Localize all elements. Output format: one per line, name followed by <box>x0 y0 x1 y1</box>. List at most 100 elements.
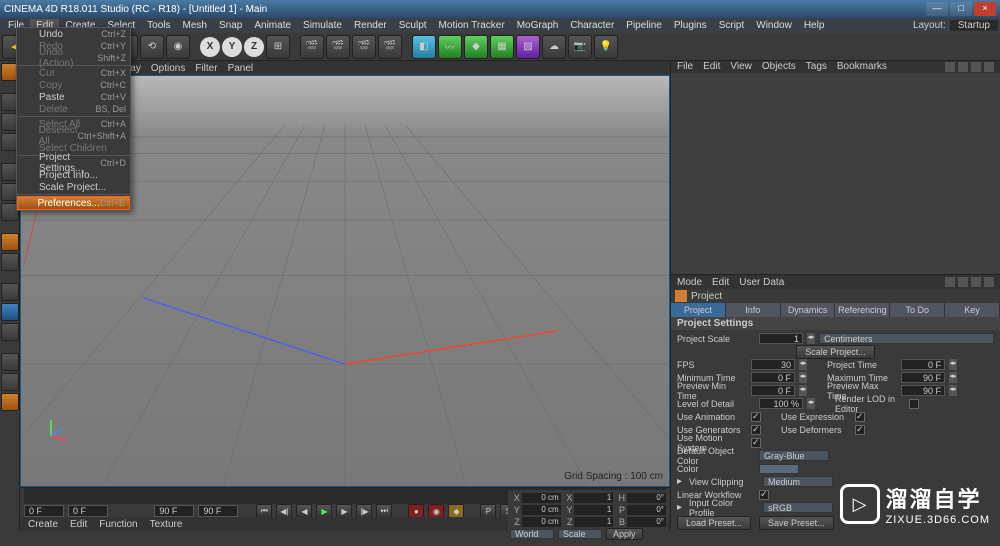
lock-icon[interactable] <box>984 277 994 287</box>
menu-window[interactable]: Window <box>750 19 798 32</box>
spinner-icon[interactable]: ◂▸ <box>799 372 807 383</box>
spinner-icon[interactable]: ◂▸ <box>949 359 957 370</box>
maximize-button[interactable]: □ <box>950 2 972 16</box>
spinner-icon[interactable]: ◂▸ <box>949 385 957 396</box>
spinner-icon[interactable]: ◂▸ <box>799 359 807 370</box>
workplane-snap-tool[interactable] <box>1 323 19 341</box>
menu-mesh[interactable]: Mesh <box>177 19 213 32</box>
scale-project-button[interactable]: Scale Project... <box>796 345 875 359</box>
menu-render[interactable]: Render <box>348 19 393 32</box>
mat-menu-texture[interactable]: Texture <box>150 519 183 530</box>
menu-mograph[interactable]: MoGraph <box>511 19 565 32</box>
rlod-checkbox[interactable] <box>909 399 919 409</box>
render-settings-tool[interactable]: 🎬 <box>352 35 376 59</box>
locked-workplane-tool[interactable] <box>1 353 19 371</box>
goto-start-button[interactable]: ⏮ <box>256 504 272 518</box>
snap-toggle-tool[interactable] <box>1 303 19 321</box>
udef-checkbox[interactable] <box>855 425 865 435</box>
project-scale-field[interactable]: 1 <box>759 333 803 344</box>
am-menu-userdata[interactable]: User Data <box>739 277 784 288</box>
rotate-tool[interactable]: ⟲ <box>140 35 164 59</box>
menu-item-undo-action[interactable]: Undo (Action)Shift+Z <box>17 52 130 64</box>
pos-x-field[interactable]: 0 cm <box>522 493 561 503</box>
menu-tools[interactable]: Tools <box>141 19 176 32</box>
vp-menu-panel[interactable]: Panel <box>228 63 254 74</box>
save-preset-button[interactable]: Save Preset... <box>759 516 834 530</box>
umot-checkbox[interactable] <box>751 438 761 448</box>
texture-mode-tool[interactable] <box>1 233 19 251</box>
tab-project-settings[interactable]: Project Settings <box>671 303 726 317</box>
menu-item-scale-project[interactable]: Scale Project... <box>17 181 130 193</box>
object-manager[interactable] <box>671 73 1000 275</box>
menu-item-deselect-all[interactable]: Deselect AllCtrl+Shift+A <box>17 130 130 142</box>
nav-back-icon[interactable] <box>945 277 955 287</box>
timeline-endb-field[interactable] <box>198 505 238 517</box>
render-view-tool[interactable]: 🎬 <box>300 35 324 59</box>
menu-motiontracker[interactable]: Motion Tracker <box>433 19 511 32</box>
render-region-tool[interactable]: 🎬 <box>326 35 350 59</box>
timeline-current-field[interactable] <box>68 505 108 517</box>
generator-tool[interactable]: ▦ <box>490 35 514 59</box>
environment-tool[interactable]: ☁ <box>542 35 566 59</box>
play-button[interactable]: ▶ <box>316 504 332 518</box>
spline-tool[interactable]: 〰 <box>438 35 462 59</box>
z-axis-toggle[interactable]: Z <box>244 37 264 57</box>
pos-y-field[interactable]: 0 cm <box>522 505 561 515</box>
load-preset-button[interactable]: Load Preset... <box>677 516 751 530</box>
mat-menu-function[interactable]: Function <box>99 519 137 530</box>
workplane-tool[interactable] <box>1 253 19 271</box>
icp-dropdown[interactable]: sRGB <box>763 502 833 513</box>
vclip-dropdown[interactable]: Medium <box>763 476 833 487</box>
menu-help[interactable]: Help <box>798 19 831 32</box>
lasttool-tool[interactable]: ◉ <box>166 35 190 59</box>
scale-x-field[interactable]: 1 <box>574 493 613 503</box>
mintime-field[interactable]: 0 F <box>751 372 795 383</box>
tab-todo[interactable]: To Do <box>890 303 945 317</box>
fps-field[interactable]: 30 <box>751 359 795 370</box>
mat-menu-edit[interactable]: Edit <box>70 519 87 530</box>
maxtime-field[interactable]: 90 F <box>901 372 945 383</box>
menu-item-undo[interactable]: UndoCtrl+Z <box>17 28 130 40</box>
scale-y-field[interactable]: 1 <box>574 505 613 515</box>
planar-workplane-tool[interactable] <box>1 373 19 391</box>
menu-plugins[interactable]: Plugins <box>668 19 713 32</box>
om-menu-edit[interactable]: Edit <box>703 61 720 72</box>
menu-item-delete[interactable]: DeleteBS, Del <box>17 103 130 115</box>
minimize-button[interactable]: — <box>926 2 948 16</box>
pos-z-field[interactable]: 0 cm <box>522 517 561 527</box>
coord-apply-button[interactable]: Apply <box>606 528 643 540</box>
om-menu-bookmarks[interactable]: Bookmarks <box>837 61 887 72</box>
prev-frame-button[interactable]: ◀ <box>296 504 312 518</box>
menu-item-project-info[interactable]: Project Info... <box>17 169 130 181</box>
scale-unit-dropdown[interactable]: Centimeters <box>819 333 994 344</box>
am-menu-mode[interactable]: Mode <box>677 277 702 288</box>
render-pv-tool[interactable]: 🎬 <box>378 35 402 59</box>
ugen-checkbox[interactable] <box>751 425 761 435</box>
ptime-field[interactable]: 0 F <box>901 359 945 370</box>
menu-snap[interactable]: Snap <box>213 19 248 32</box>
spinner-icon[interactable]: ◂▸ <box>949 372 957 383</box>
path-icon[interactable] <box>971 62 981 72</box>
lod-field[interactable]: 100 % <box>759 398 803 409</box>
menu-item-copy[interactable]: CopyCtrl+C <box>17 79 130 91</box>
goto-end-button[interactable]: ⏭ <box>376 504 392 518</box>
spinner-icon[interactable]: ◂▸ <box>807 333 815 344</box>
timeline-start-field[interactable] <box>24 505 64 517</box>
tree-icon[interactable] <box>984 62 994 72</box>
light-tool[interactable]: 💡 <box>594 35 618 59</box>
next-key-button[interactable]: |▶ <box>356 504 372 518</box>
spinner-icon[interactable]: ◂▸ <box>807 398 815 409</box>
record-button[interactable]: ● <box>408 504 424 518</box>
menu-animate[interactable]: Animate <box>248 19 297 32</box>
next-frame-button[interactable]: ▶ <box>336 504 352 518</box>
close-button[interactable]: × <box>974 2 996 16</box>
rot-h-field[interactable]: 0° <box>627 493 666 503</box>
lwf-checkbox[interactable] <box>759 490 769 500</box>
layout-dropdown[interactable]: Startup <box>950 20 998 31</box>
uexpr-checkbox[interactable] <box>855 412 865 422</box>
menu-character[interactable]: Character <box>564 19 620 32</box>
pos-key-button[interactable]: P <box>480 504 496 518</box>
mat-menu-create[interactable]: Create <box>28 519 58 530</box>
menu-item-project-settings[interactable]: Project Settings...Ctrl+D <box>17 157 130 169</box>
tab-dynamics[interactable]: Dynamics <box>781 303 836 317</box>
